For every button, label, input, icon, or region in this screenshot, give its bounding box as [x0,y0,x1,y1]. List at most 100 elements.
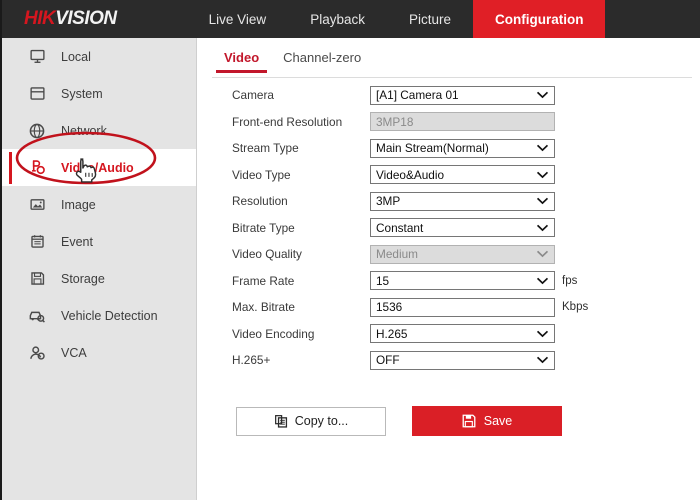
resolution-select-value: 3MP [376,194,401,209]
label-video-type: Video Type [232,167,291,182]
nav-tab-list: Live View Playback Picture Configuration [187,0,606,38]
label-bitrate-type: Bitrate Type [232,220,295,235]
main-content-panel: Video Channel-zero Camera [A1] Camera 01… [198,38,700,500]
vehicle-search-icon [26,305,48,327]
chevron-down-icon [537,330,548,338]
save-button-label: Save [483,414,513,428]
form-action-buttons: Copy to... Save [198,406,562,436]
max-bitrate-input[interactable]: 1536 [370,297,555,317]
image-icon [26,194,48,216]
front-end-resolution-field: 3MP18 [370,112,555,132]
bitrate-type-select-value: Constant [376,220,424,235]
sidebar-item-vca[interactable]: VCA [2,334,196,371]
video-encoding-select-value: H.265 [376,326,408,341]
nav-tab-live-view[interactable]: Live View [187,0,289,38]
active-indicator-bar [9,152,12,184]
form-row-stream-type: Stream Type Main Stream(Normal) [198,135,700,162]
window-icon [26,83,48,105]
sidebar-item-system[interactable]: System [2,75,196,112]
unit-fps: fps [562,274,578,287]
content-tab-strip: Video Channel-zero [212,47,692,78]
label-h265-plus: H.265+ [232,353,271,368]
copy-icon [274,415,287,428]
chevron-down-icon [537,356,548,364]
top-navigation-bar: HIK VISION Live View Playback Picture Con… [2,0,700,38]
chevron-down-icon [537,144,548,152]
form-row-front-end-resolution: Front-end Resolution 3MP18 [198,109,700,136]
nav-tab-picture[interactable]: Picture [387,0,473,38]
sidebar-item-event[interactable]: Event [2,223,196,260]
chevron-down-icon [537,197,548,205]
stream-type-select-value: Main Stream(Normal) [376,141,489,156]
label-video-quality: Video Quality [232,247,302,262]
sidebar-item-label: Local [61,49,91,64]
form-row-video-type: Video Type Video&Audio [198,162,700,189]
form-row-resolution: Resolution 3MP [198,188,700,215]
camera-select[interactable]: [A1] Camera 01 [370,85,555,105]
h265-plus-select-value: OFF [376,353,400,368]
sidebar-item-storage[interactable]: Storage [2,260,196,297]
form-row-bitrate-type: Bitrate Type Constant [198,215,700,242]
chevron-down-icon [537,250,548,258]
frame-rate-select-value: 15 [376,273,390,288]
bitrate-type-select[interactable]: Constant [370,218,555,238]
frame-rate-select[interactable]: 15 [370,271,555,291]
sidebar-item-video-audio[interactable]: Video/Audio [2,149,196,186]
calendar-icon [26,231,48,253]
logo-hik-text: HIK [24,8,56,29]
monitor-icon [26,46,48,68]
form-row-camera: Camera [A1] Camera 01 [198,82,700,109]
front-end-resolution-value: 3MP18 [376,114,414,129]
logo-vision-text: VISION [55,8,117,29]
copy-to-button[interactable]: Copy to... [236,406,386,436]
nav-tab-configuration[interactable]: Configuration [473,0,606,38]
tab-video[interactable]: Video [212,47,271,73]
label-resolution: Resolution [232,194,288,209]
unit-kbps: Kbps [562,301,589,314]
video-settings-form: Camera [A1] Camera 01 Front-end Resoluti… [198,82,700,374]
sidebar-item-label: Storage [61,271,105,286]
nav-tab-playback[interactable]: Playback [288,0,387,38]
label-front-end-resolution: Front-end Resolution [232,114,343,129]
label-stream-type: Stream Type [232,141,299,156]
video-quality-select: Medium [370,244,555,264]
max-bitrate-value: 1536 [376,300,403,315]
camera-select-value: [A1] Camera 01 [376,88,459,103]
form-row-video-quality: Video Quality Medium [198,241,700,268]
save-button[interactable]: Save [412,406,562,436]
tab-channel-zero[interactable]: Channel-zero [271,47,373,73]
video-quality-select-value: Medium [376,247,418,262]
form-row-frame-rate: Frame Rate 15 fps [198,268,700,295]
copy-to-button-label: Copy to... [294,414,349,428]
floppy-save-icon [462,414,476,428]
chevron-down-icon [537,224,548,232]
label-frame-rate: Frame Rate [232,273,295,288]
sidebar: Local System Network Video/Audio Image E… [2,38,197,500]
h265-plus-select[interactable]: OFF [370,350,555,370]
video-encoding-select[interactable]: H.265 [370,324,555,344]
sidebar-item-label: Vehicle Detection [61,308,158,323]
sidebar-item-image[interactable]: Image [2,186,196,223]
sidebar-item-label: Event [61,234,93,249]
vca-icon [26,342,48,364]
video-type-select[interactable]: Video&Audio [370,165,555,185]
hikvision-logo: HIK VISION [24,0,117,38]
label-max-bitrate: Max. Bitrate [232,300,295,315]
sidebar-item-network[interactable]: Network [2,112,196,149]
chevron-down-icon [537,277,548,285]
stream-type-select[interactable]: Main Stream(Normal) [370,138,555,158]
sidebar-item-vehicle-detection[interactable]: Vehicle Detection [2,297,196,334]
form-row-max-bitrate: Max. Bitrate 1536 Kbps [198,294,700,321]
sidebar-item-label: System [61,86,103,101]
sidebar-item-local[interactable]: Local [2,38,196,75]
video-audio-icon [26,157,48,179]
globe-icon [26,120,48,142]
chevron-down-icon [537,91,548,99]
sidebar-item-label: Video/Audio [61,160,134,175]
label-video-encoding: Video Encoding [232,326,315,341]
sidebar-item-label: Image [61,197,96,212]
resolution-select[interactable]: 3MP [370,191,555,211]
form-row-video-encoding: Video Encoding H.265 [198,321,700,348]
video-type-select-value: Video&Audio [376,167,444,182]
form-row-h265-plus: H.265+ OFF [198,347,700,374]
